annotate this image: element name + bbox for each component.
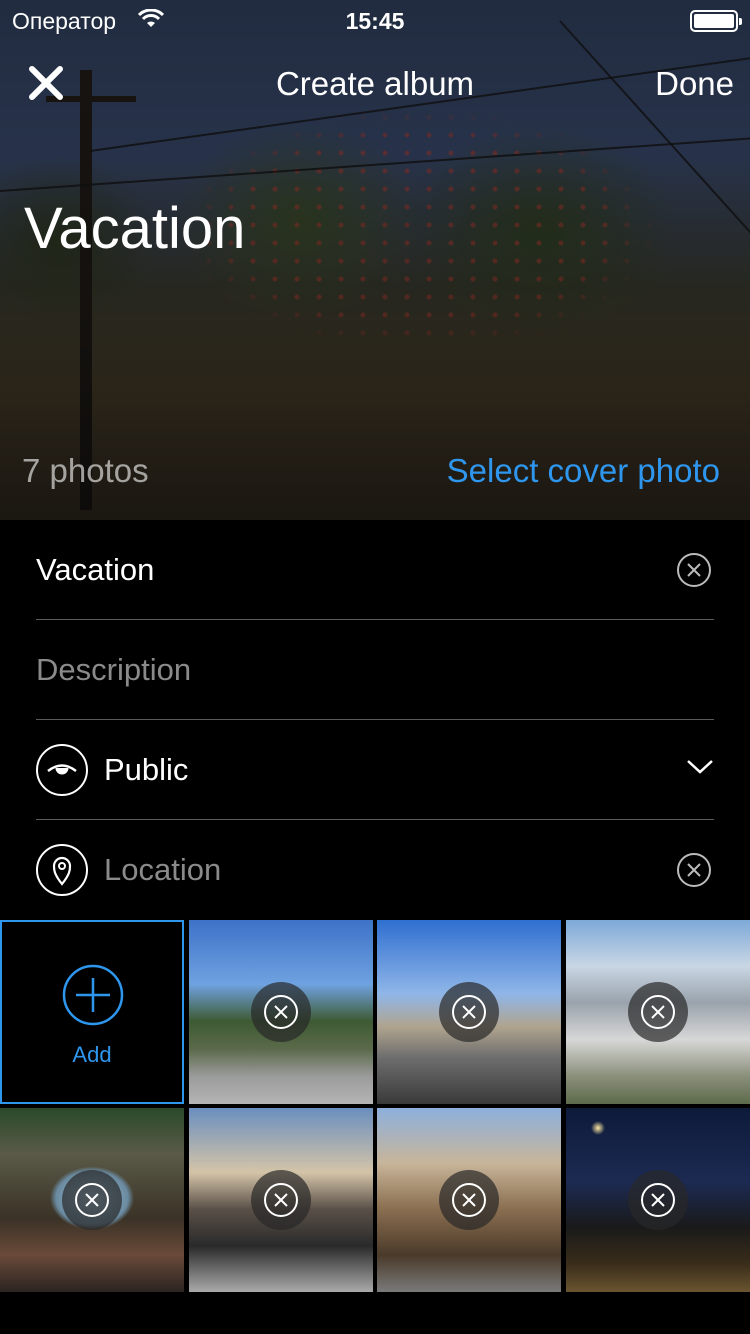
photo-grid: Add (0, 920, 750, 1292)
navigation-bar: Create album Done (0, 50, 750, 120)
remove-photo-button[interactable] (251, 982, 311, 1042)
photo-thumbnail[interactable] (566, 920, 750, 1104)
remove-photo-button[interactable] (439, 982, 499, 1042)
remove-photo-button[interactable] (439, 1170, 499, 1230)
description-placeholder: Description (36, 652, 192, 687)
photo-thumbnail[interactable] (377, 920, 561, 1104)
photo-thumbnail[interactable] (189, 920, 373, 1104)
chevron-down-icon (686, 758, 714, 776)
clear-icon (677, 553, 711, 587)
clear-name-button[interactable] (676, 552, 712, 588)
remove-photo-icon (641, 1183, 675, 1217)
page-title: Create album (275, 65, 475, 102)
album-name-field[interactable]: Vacation (36, 520, 714, 620)
plus-icon (62, 964, 124, 1026)
photo-thumbnail[interactable] (566, 1108, 750, 1292)
album-name-value: Vacation (36, 552, 155, 587)
photo-thumbnail[interactable] (0, 1108, 184, 1292)
album-title: Vacation (24, 196, 246, 261)
clear-location-button[interactable] (676, 852, 712, 888)
location-field[interactable]: Location (36, 820, 714, 920)
remove-photo-icon (641, 995, 675, 1029)
utility-pole (80, 70, 92, 510)
location-pin-icon (36, 844, 88, 896)
add-label: Add (72, 1042, 112, 1067)
photo-thumbnail[interactable] (377, 1108, 561, 1292)
power-line (0, 136, 750, 192)
status-bar: Оператор 15:45 (0, 0, 750, 40)
visibility-selector[interactable]: Public (36, 720, 714, 820)
remove-photo-icon (452, 995, 486, 1029)
photo-thumbnail[interactable] (189, 1108, 373, 1292)
remove-photo-icon (75, 1183, 109, 1217)
remove-photo-button[interactable] (62, 1170, 122, 1230)
add-photo-button[interactable]: Add (0, 920, 184, 1104)
location-placeholder: Location (104, 852, 222, 887)
battery-icon (690, 10, 742, 32)
visibility-value: Public (104, 752, 189, 787)
clear-icon (677, 853, 711, 887)
done-button[interactable]: Done (655, 65, 734, 103)
remove-photo-icon (264, 1183, 298, 1217)
description-field[interactable]: Description (36, 620, 714, 720)
remove-photo-icon (264, 995, 298, 1029)
remove-photo-icon (452, 1183, 486, 1217)
status-time: 15:45 (345, 8, 405, 34)
eye-icon (36, 744, 88, 796)
photo-count: 7 photos (22, 452, 149, 489)
remove-photo-button[interactable] (628, 982, 688, 1042)
select-cover-photo-button[interactable]: Select cover photo (447, 452, 720, 490)
remove-photo-button[interactable] (628, 1170, 688, 1230)
remove-photo-button[interactable] (251, 1170, 311, 1230)
